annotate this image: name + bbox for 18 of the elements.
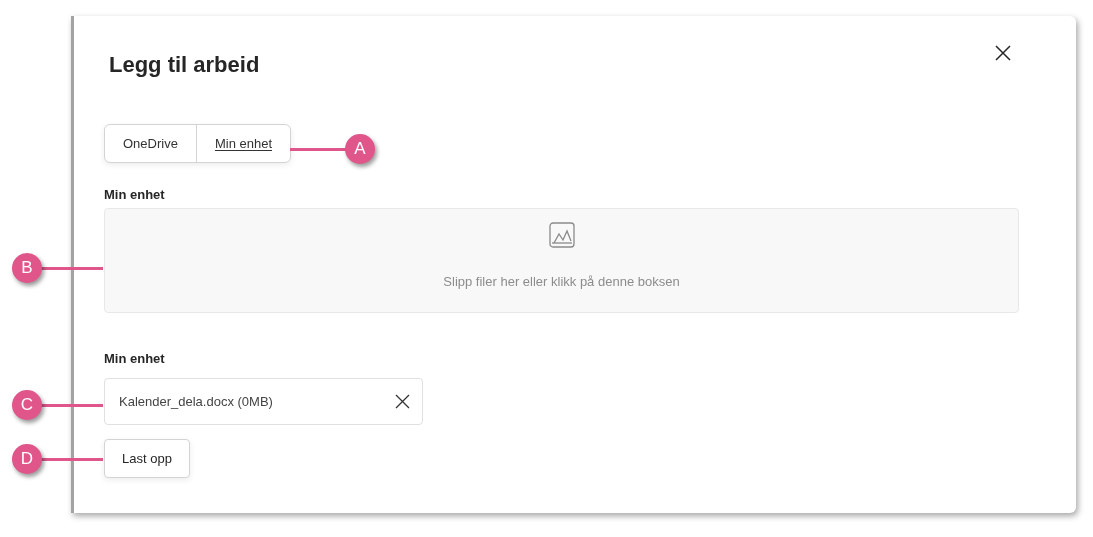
- upload-button[interactable]: Last opp: [104, 439, 190, 478]
- callout-badge: B: [12, 253, 42, 283]
- callout-badge: D: [12, 444, 42, 474]
- section-label: Min enhet: [104, 186, 166, 204]
- leader-line: [41, 267, 103, 270]
- leader-line: [41, 458, 103, 461]
- close-icon[interactable]: [994, 44, 1012, 62]
- callout-badge: C: [12, 390, 42, 420]
- source-tab[interactable]: Min enhet: [195, 125, 290, 162]
- remove-icon[interactable]: [395, 394, 410, 409]
- leader-line: [290, 148, 346, 151]
- section-label: Min enhet: [104, 349, 166, 368]
- dialog-title: Legg til arbeid: [109, 51, 260, 79]
- drop-hint: Slipp filer her eller klikk på denne boksen: [443, 272, 680, 291]
- leader-line: [41, 404, 103, 407]
- source-tab[interactable]: OneDrive: [105, 125, 196, 162]
- image-icon: [548, 221, 575, 248]
- file-name: Kalender_dela.docx (0MB): [119, 392, 273, 411]
